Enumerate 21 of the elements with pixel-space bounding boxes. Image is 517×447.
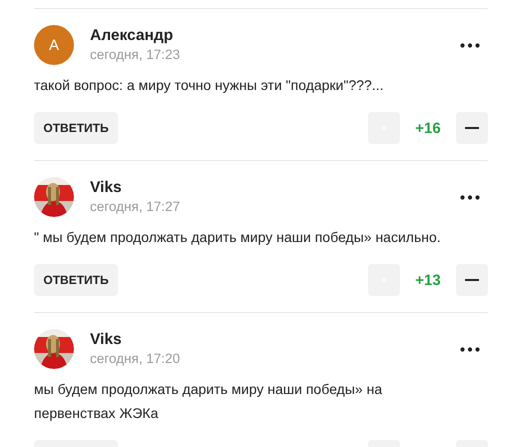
author-name[interactable]: Viks bbox=[90, 330, 460, 350]
downvote-button[interactable] bbox=[456, 264, 488, 296]
avatar: А bbox=[34, 25, 74, 65]
author-name[interactable]: Viks bbox=[90, 178, 460, 198]
comment-text: " мы будем продолжать дарить миру наши победы» насильно. bbox=[34, 228, 442, 247]
more-icon[interactable] bbox=[460, 194, 480, 200]
comment-time: сегодня, 17:23 bbox=[90, 46, 182, 64]
comment-time: сегодня, 17:20 bbox=[90, 350, 182, 368]
minus-icon bbox=[465, 278, 479, 282]
comment-time: сегодня, 17:27 bbox=[90, 198, 182, 216]
more-icon[interactable] bbox=[460, 42, 480, 48]
reply-button[interactable]: ОТВЕТИТЬ bbox=[34, 264, 118, 296]
author-name[interactable]: Александр bbox=[90, 26, 460, 46]
score: +16 bbox=[414, 120, 442, 136]
more-icon[interactable] bbox=[460, 346, 480, 352]
score: +13 bbox=[414, 272, 442, 288]
minus-icon bbox=[465, 126, 479, 130]
downvote-button[interactable] bbox=[456, 112, 488, 144]
reply-button[interactable]: ОТВЕТИТЬ bbox=[34, 112, 118, 144]
comment-text: мы будем продолжать дарить миру наши победы» на первенствах ЖЭКа bbox=[34, 380, 384, 423]
comment-text: такой вопрос: а миру точно нужны эти "подарки"???... bbox=[34, 76, 385, 95]
